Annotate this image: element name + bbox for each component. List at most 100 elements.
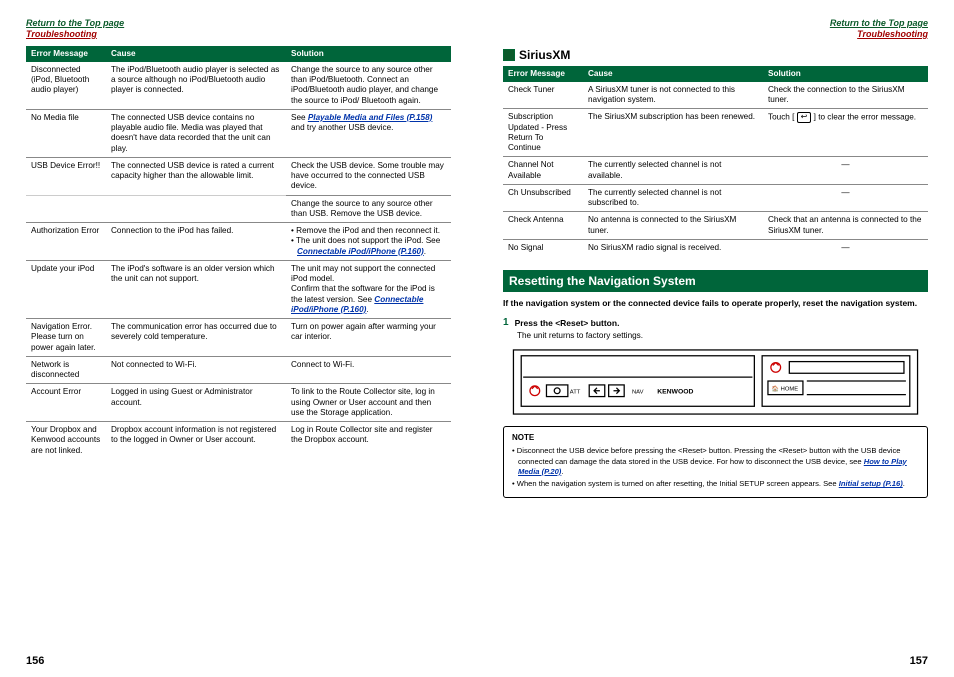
page-number: 156 [26,655,44,667]
cell-solution: See Playable Media and Files (P.158) and… [286,109,451,157]
cell-solution: Check the USB device. Some trouble may h… [286,157,451,195]
note-item-2: When the navigation system is turned on … [512,479,919,489]
col-error: Error Message [503,66,583,82]
svg-text:🏠 HOME: 🏠 HOME [772,384,798,392]
cross-ref-link[interactable]: Connectable iPod/iPhone (P.160) [297,247,424,256]
troubleshoot-table-sirius: Error Message Cause Solution Check Tuner… [503,66,928,257]
cell-solution: To link to the Route Collector site, log… [286,384,451,422]
cross-ref-link[interactable]: Connectable iPod/iPhone (P.160) [291,295,423,314]
cell-error: Disconnected (iPod, Bluetooth audio play… [26,62,106,110]
cell-solution: Check that an antenna is connected to th… [763,212,928,240]
cell-cause: The iPod/Bluetooth audio player is selec… [106,62,286,110]
cell-cause: No SiriusXM radio signal is received. [583,239,763,256]
table-row: Check AntennaNo antenna is connected to … [503,212,928,240]
cell-cause: No antenna is connected to the SiriusXM … [583,212,763,240]
table-row: USB Device Error!!The connected USB devi… [26,157,451,195]
col-solution: Solution [286,46,451,62]
cell-solution: — [763,157,928,185]
cell-error: Network is disconnected [26,356,106,384]
cell-cause: The currently selected channel is not av… [583,157,763,185]
table-row: Check TunerA SiriusXM tuner is not conne… [503,82,928,109]
page-right: Return to the Top page Troubleshooting S… [477,0,954,677]
return-icon: ↩ [797,112,812,123]
cell-solution: Change the source to any source other th… [286,195,451,223]
table-row: Network is disconnectedNot connected to … [26,356,451,384]
table-row: Account ErrorLogged in using Guest or Ad… [26,384,451,422]
cell-cause: Not connected to Wi-Fi. [106,356,286,384]
cell-error: Update your iPod [26,260,106,318]
return-link[interactable]: Return to the Top page [830,18,928,28]
cell-solution: The unit may not support the connected i… [286,260,451,318]
cell-error: Subscription Updated - Press Return To C… [503,109,583,157]
siriusxm-title: SiriusXM [519,48,570,62]
link-initial-setup[interactable]: Initial setup (P.16) [839,479,903,488]
note-box: NOTE Disconnect the USB device before pr… [503,426,928,499]
table-row: Navigation Error. Please turn on power a… [26,319,451,357]
cell-solution: Remove the iPod and then reconnect it.Th… [286,223,451,261]
section-link[interactable]: Troubleshooting [26,29,97,39]
cross-ref-link[interactable]: Playable Media and Files (P.158) [308,113,433,122]
cell-cause: The connected USB device contains no pla… [106,109,286,157]
cell-cause [106,195,286,223]
unit-diagram: ATT NAV KENWOOD 🏠 HOME [503,348,928,416]
page-number: 157 [910,655,928,667]
table-row: Change the source to any source other th… [26,195,451,223]
cell-solution: Log in Route Collector site and register… [286,422,451,459]
return-link[interactable]: Return to the Top page [26,18,124,28]
cell-cause: The currently selected channel is not su… [583,184,763,212]
step-number: 1 [503,318,509,328]
cell-solution: Touch [ ↩ ] to clear the error message. [763,109,928,157]
cell-error: Channel Not Available [503,157,583,185]
col-cause: Cause [583,66,763,82]
table-row: Channel Not AvailableThe currently selec… [503,157,928,185]
reset-step-1: 1 Press the <Reset> button. [503,318,928,328]
cell-error: Check Antenna [503,212,583,240]
reset-heading-bar: Resetting the Navigation System [503,270,928,292]
cell-cause: The connected USB device is rated a curr… [106,157,286,195]
table-row: Update your iPodThe iPod's software is a… [26,260,451,318]
cell-cause: The SiriusXM subscription has been renew… [583,109,763,157]
col-cause: Cause [106,46,286,62]
cell-cause: Dropbox account information is not regis… [106,422,286,459]
cell-cause: The communication error has occurred due… [106,319,286,357]
svg-text:KENWOOD: KENWOOD [657,388,693,395]
header-left: Return to the Top page Troubleshooting [26,18,451,40]
cell-cause: The iPod's software is an older version … [106,260,286,318]
cell-error: Authorization Error [26,223,106,261]
cell-solution: — [763,239,928,256]
cell-cause: A SiriusXM tuner is not connected to thi… [583,82,763,109]
cell-solution: Change the source to any source other th… [286,62,451,110]
table-row: Disconnected (iPod, Bluetooth audio play… [26,62,451,110]
step-title: Press the <Reset> button. [515,318,620,328]
table-row: Ch UnsubscribedThe currently selected ch… [503,184,928,212]
cell-solution: — [763,184,928,212]
cell-solution: Connect to Wi-Fi. [286,356,451,384]
col-error: Error Message [26,46,106,62]
note-item-1: Disconnect the USB device before pressin… [512,446,919,477]
cell-cause: Logged in using Guest or Administrator a… [106,384,286,422]
page-left: Return to the Top page Troubleshooting E… [0,0,477,677]
section-link[interactable]: Troubleshooting [857,29,928,39]
cell-error: No Media file [26,109,106,157]
two-page-spread: Return to the Top page Troubleshooting E… [0,0,954,677]
cell-error: Your Dropbox and Kenwood accounts are no… [26,422,106,459]
col-solution: Solution [763,66,928,82]
cell-error: Navigation Error. Please turn on power a… [26,319,106,357]
table-row: No SignalNo SiriusXM radio signal is rec… [503,239,928,256]
step-body: The unit returns to factory settings. [517,331,928,340]
cell-error: Check Tuner [503,82,583,109]
cell-error [26,195,106,223]
cell-error: USB Device Error!! [26,157,106,195]
table-row: Your Dropbox and Kenwood accounts are no… [26,422,451,459]
cell-error: Account Error [26,384,106,422]
table-row: Subscription Updated - Press Return To C… [503,109,928,157]
table-row: No Media fileThe connected USB device co… [26,109,451,157]
svg-text:NAV: NAV [632,389,644,395]
cell-solution: Turn on power again after warming your c… [286,319,451,357]
cell-error: No Signal [503,239,583,256]
cell-solution: Check the connection to the SiriusXM tun… [763,82,928,109]
table-row: Authorization ErrorConnection to the iPo… [26,223,451,261]
cell-cause: Connection to the iPod has failed. [106,223,286,261]
cell-error: Ch Unsubscribed [503,184,583,212]
square-icon [503,49,515,61]
